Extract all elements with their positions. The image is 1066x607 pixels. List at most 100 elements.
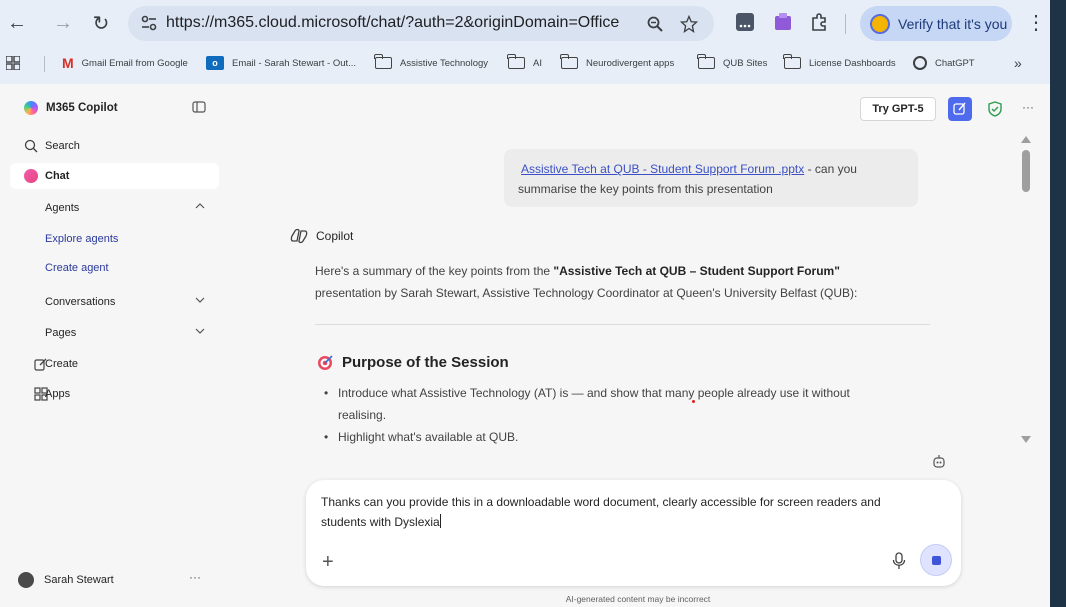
chatgpt-icon	[913, 56, 927, 70]
folder-icon	[783, 54, 801, 69]
bookmark-label: QUB Sites	[723, 57, 768, 69]
chevron-down-icon[interactable]	[195, 328, 205, 334]
sidebar-item-search[interactable]: Search	[10, 133, 219, 159]
bookmarks-divider	[44, 56, 45, 72]
url-text[interactable]: https://m365.cloud.microsoft/chat/?auth=…	[166, 14, 619, 32]
bookmark-label: Assistive Technology	[400, 57, 489, 69]
new-chat-button[interactable]	[948, 97, 972, 121]
sidebar-item-label: Apps	[45, 388, 71, 400]
target-icon	[318, 355, 333, 370]
avatar	[18, 572, 34, 588]
text-cursor	[439, 514, 441, 528]
apps-grid-icon[interactable]	[6, 54, 20, 72]
bullet-list: Introduce what Assistive Technology (AT)…	[324, 382, 894, 448]
user-message: Assistive Tech at QUB - Student Support …	[504, 149, 918, 207]
bookmarks-overflow-icon[interactable]: »	[1014, 54, 1022, 72]
sidebar-item-apps[interactable]: Apps	[10, 381, 219, 407]
forward-icon[interactable]: →	[50, 10, 76, 36]
folder-icon	[374, 54, 392, 69]
scroll-down-arrow[interactable]	[1021, 436, 1031, 443]
reload-icon[interactable]: ↻	[88, 10, 114, 36]
add-attachment-icon[interactable]: +	[322, 552, 334, 572]
zoom-icon[interactable]	[644, 13, 666, 35]
sidebar-item-explore-agents[interactable]: Explore agents	[10, 226, 219, 252]
gmail-icon: M	[62, 55, 74, 71]
microphone-icon[interactable]	[892, 552, 906, 570]
bookmark-outlook[interactable]: o Email - Sarah Stewart - Out...	[206, 54, 356, 72]
toolbar-divider	[845, 14, 846, 34]
sidebar-item-create-agent[interactable]: Create agent	[10, 255, 219, 281]
sidebar-item-create[interactable]: Create	[10, 351, 219, 377]
user-name: Sarah Stewart	[44, 574, 114, 586]
bookmark-license-dashboards[interactable]: License Dashboards	[783, 54, 896, 72]
sidebar-item-agents[interactable]: Agents	[10, 195, 219, 221]
sidebar-item-pages[interactable]: Pages	[10, 320, 219, 346]
browser-chrome: ← → ↻ https://m365.cloud.microsoft/chat/…	[0, 0, 1050, 84]
shield-icon[interactable]	[988, 101, 1002, 117]
sidebar-item-label: Chat	[45, 170, 70, 182]
bookmark-gmail[interactable]: M Gmail Email from Google	[62, 54, 188, 72]
bookmark-chatgpt[interactable]: ChatGPT	[913, 54, 975, 72]
stop-generating-button[interactable]	[920, 544, 952, 576]
try-gpt5-button[interactable]: Try GPT-5	[860, 97, 936, 121]
verify-identity-button[interactable]: Verify that it's you	[860, 6, 1012, 41]
bookmark-qub-sites[interactable]: QUB Sites	[697, 54, 768, 72]
bookmark-assistive-technology[interactable]: Assistive Technology	[374, 54, 489, 72]
attachment-link[interactable]: Assistive Tech at QUB - Student Support …	[521, 162, 804, 176]
folder-icon	[697, 54, 715, 69]
verify-label: Verify that it's you	[898, 15, 1008, 32]
sidebar-item-chat[interactable]: Chat	[10, 163, 219, 189]
section-heading: Purpose of the Session	[317, 354, 509, 371]
red-dot-marker	[692, 400, 695, 403]
ai-disclaimer: AI-generated content may be incorrect	[565, 594, 711, 604]
folder-icon	[560, 54, 578, 69]
scroll-up-arrow[interactable]	[1021, 136, 1031, 143]
more-options-icon[interactable]: ···	[1022, 100, 1034, 114]
stop-icon	[931, 555, 941, 565]
copilot-app: M365 Copilot Search Chat Agents Explore …	[0, 84, 1050, 607]
extension-apps-icon[interactable]	[734, 11, 756, 33]
bookmark-label: AI	[533, 57, 542, 69]
chevron-down-icon[interactable]	[195, 297, 205, 303]
profile-avatar-icon	[870, 13, 890, 34]
app-title: M365 Copilot	[46, 102, 118, 114]
assistant-header: Copilot	[290, 228, 353, 244]
extension-teams-icon[interactable]	[772, 11, 794, 33]
bookmark-label: Neurodivergent apps	[586, 57, 675, 69]
list-item: Introduce what Assistive Technology (AT)…	[324, 382, 894, 426]
bookmark-ai[interactable]: AI	[507, 54, 542, 72]
bookmarks-bar: M Gmail Email from Google o Email - Sara…	[0, 48, 1050, 78]
sidebar-item-label: Explore agents	[45, 233, 119, 245]
extensions-puzzle-icon[interactable]	[808, 11, 830, 33]
message-input[interactable]: Thanks can you provide this in a downloa…	[321, 492, 921, 532]
suggestions-icon[interactable]	[931, 454, 947, 470]
bookmark-star-icon[interactable]	[678, 13, 700, 35]
site-settings-icon[interactable]	[140, 14, 158, 32]
address-bar[interactable]: https://m365.cloud.microsoft/chat/?auth=…	[128, 6, 714, 41]
bookmark-label: License Dashboards	[809, 57, 896, 69]
scrollbar-thumb[interactable]	[1022, 150, 1030, 192]
chat-icon	[24, 169, 38, 183]
search-icon	[24, 139, 38, 153]
bookmark-label: Gmail Email from Google	[81, 57, 188, 69]
summary-text: presentation by Sarah Stewart, Assistive…	[315, 286, 858, 300]
copilot-logo-icon	[24, 101, 38, 115]
app-brand[interactable]: M365 Copilot	[24, 101, 118, 115]
sidebar: M365 Copilot Search Chat Agents Explore …	[0, 84, 226, 607]
outlook-icon: o	[206, 56, 224, 70]
presentation-title: "Assistive Tech at QUB – Student Support…	[553, 264, 840, 278]
chevron-up-icon[interactable]	[195, 203, 205, 209]
back-icon[interactable]: ←	[4, 10, 30, 36]
user-profile[interactable]: Sarah Stewart	[18, 572, 114, 588]
user-more-icon[interactable]: ···	[189, 570, 201, 584]
bookmark-neurodivergent-apps[interactable]: Neurodivergent apps	[560, 54, 675, 72]
message-composer[interactable]: Thanks can you provide this in a downloa…	[306, 480, 961, 586]
sidebar-item-conversations[interactable]: Conversations	[10, 289, 219, 315]
summary-text: Here's a summary of the key points from …	[315, 264, 554, 278]
folder-icon	[507, 54, 525, 69]
sidebar-item-label: Search	[45, 140, 80, 152]
browser-menu-icon[interactable]: ⋮	[1026, 10, 1046, 36]
assistant-name: Copilot	[316, 229, 354, 243]
divider	[315, 324, 930, 325]
collapse-sidebar-icon[interactable]	[192, 101, 206, 113]
